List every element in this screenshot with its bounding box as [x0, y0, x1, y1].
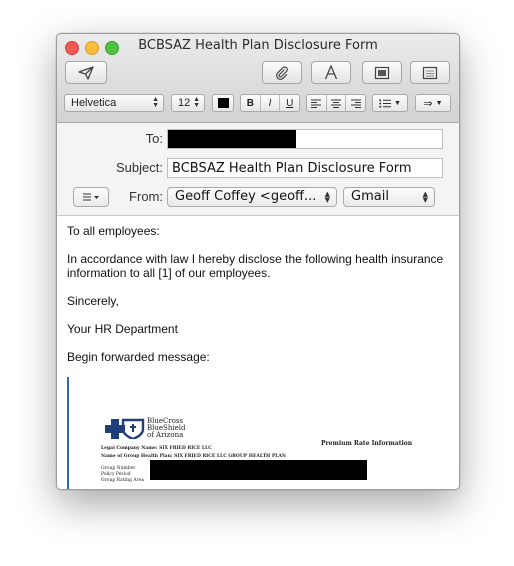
- indent-icon: ⇒: [423, 97, 433, 110]
- font-family-value: Helvetica: [71, 97, 117, 109]
- redacted-recipient: [168, 130, 296, 148]
- fonts-button[interactable]: [311, 61, 351, 84]
- body-signature: Your HR Department: [67, 322, 178, 336]
- indent-button[interactable]: ⇒ ▼: [415, 94, 451, 112]
- stationery-icon: [422, 66, 438, 79]
- chevron-down-icon: ▼: [394, 99, 401, 107]
- stationery-button[interactable]: [410, 61, 450, 84]
- quote-bar: [67, 377, 69, 489]
- align-right-button[interactable]: [345, 95, 365, 111]
- subject-field[interactable]: BCBSAZ Health Plan Disclosure Form: [167, 158, 443, 178]
- list-style-button[interactable]: ▼: [372, 94, 408, 112]
- photo-browser-button[interactable]: [362, 61, 402, 84]
- updown-arrows-icon: ▲ ▼: [324, 190, 330, 204]
- alignment-segmented-control: [306, 94, 366, 112]
- align-right-icon: [350, 99, 361, 108]
- compose-window: BCBSAZ Health Plan Disclosure Form Helve…: [56, 33, 460, 490]
- bold-button[interactable]: B: [241, 95, 260, 111]
- align-center-icon: [331, 99, 341, 108]
- body-closing: Sincerely,: [67, 294, 119, 308]
- font-family-select[interactable]: Helvetica ▲ ▼: [64, 94, 164, 112]
- italic-button[interactable]: I: [259, 95, 280, 111]
- chevron-down-icon: ▼: [435, 99, 443, 107]
- align-left-button[interactable]: [307, 95, 326, 111]
- message-header: To: Subject: BCBSAZ Health Plan Disclosu…: [57, 123, 459, 216]
- to-label: To:: [145, 131, 163, 146]
- bcbs-brand-line3: of Arizona: [147, 431, 184, 439]
- text-color-button[interactable]: [212, 94, 234, 112]
- photo-browser-icon: [374, 66, 390, 79]
- font-size-value: 12: [178, 97, 191, 109]
- group-rating-area-label: Group Rating Area: [101, 478, 145, 483]
- color-swatch: [217, 98, 229, 108]
- updown-arrows-icon: ▲ ▼: [193, 96, 200, 109]
- account-value: Gmail: [351, 189, 389, 204]
- from-select[interactable]: Geoff Coffey <geoff... ▲ ▼: [167, 187, 337, 207]
- title-toolbar: BCBSAZ Health Plan Disclosure Form Helve…: [57, 34, 459, 123]
- bcbs-brand: BlueCross BlueShield of Arizona: [147, 418, 185, 439]
- from-value: Geoff Coffey <geoff...: [175, 189, 317, 204]
- updown-arrows-icon: ▲ ▼: [422, 190, 428, 204]
- to-field[interactable]: [167, 129, 443, 149]
- window-title: BCBSAZ Health Plan Disclosure Form: [138, 38, 378, 53]
- body-paragraph: In accordance with law I hereby disclose…: [67, 252, 444, 280]
- updown-arrows-icon: ▲ ▼: [152, 96, 159, 109]
- premium-rate-title: Premium Rate Information: [321, 440, 413, 447]
- align-left-icon: [311, 99, 322, 108]
- font-A-icon: [324, 65, 338, 80]
- paperclip-icon: [276, 65, 288, 80]
- send-button[interactable]: [65, 61, 107, 84]
- font-size-select[interactable]: 12 ▲ ▼: [171, 94, 205, 112]
- body-greeting: To all employees:: [67, 224, 160, 238]
- style-segmented-control: B I U: [240, 94, 300, 112]
- redacted-group-info: [150, 460, 367, 480]
- subject-label: Subject:: [116, 160, 163, 175]
- from-label: From:: [129, 189, 163, 204]
- body-forwarded-label: Begin forwarded message:: [67, 350, 210, 364]
- paper-plane-icon: [78, 65, 94, 80]
- account-select[interactable]: Gmail ▲ ▼: [343, 187, 435, 207]
- bcbs-logo-icon: [105, 418, 145, 439]
- message-body[interactable]: To all employees: In accordance with law…: [57, 216, 459, 489]
- attached-document: BlueCross BlueShield of Arizona Premium …: [71, 377, 459, 489]
- attach-button[interactable]: [262, 61, 302, 84]
- underline-button[interactable]: U: [279, 95, 299, 111]
- bullet-list-icon: [379, 98, 392, 108]
- align-center-button[interactable]: [325, 95, 346, 111]
